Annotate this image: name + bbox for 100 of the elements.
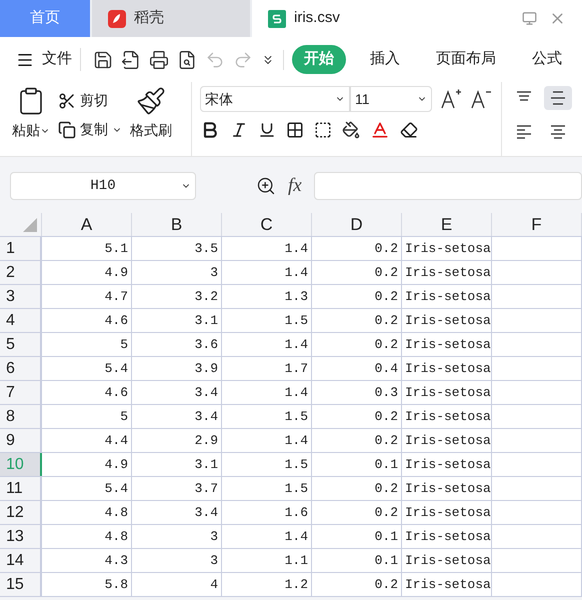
formula-field[interactable]: [314, 172, 582, 200]
ribbon-tab[interactable]: 页面布局: [424, 45, 508, 74]
table-cell: 5.4: [42, 357, 132, 380]
column-header[interactable]: E: [402, 213, 492, 236]
table-cell: Iris-setosa: [402, 261, 492, 284]
copy-button[interactable]: 复制: [58, 119, 122, 140]
table-cell: 5.1: [42, 237, 132, 260]
fill-color-icon[interactable]: [342, 121, 360, 139]
row-header[interactable]: 12: [0, 501, 42, 524]
row-header[interactable]: 8: [0, 405, 42, 428]
table-cell: Iris-setosa: [402, 405, 492, 428]
table-cell: 0.3: [312, 381, 402, 404]
paintbrush-icon: [136, 86, 166, 116]
table-cell: 4.9: [42, 453, 132, 476]
table-cell: Iris-setosa: [402, 333, 492, 356]
row-header[interactable]: 4: [0, 309, 42, 332]
table-cell: 1.4: [222, 525, 312, 548]
table-cell: 3.2: [132, 285, 222, 308]
table-cell: 1.1: [222, 549, 312, 572]
table-cell: 3.1: [132, 453, 222, 476]
table-cell: Iris-setosa: [402, 525, 492, 548]
row-header[interactable]: 14: [0, 549, 42, 572]
table-cell: Iris-setosa: [402, 285, 492, 308]
table-cell: 5: [42, 405, 132, 428]
table-cell: 0.2: [312, 285, 402, 308]
align-middle-button[interactable]: [544, 86, 572, 110]
table-cell: 2.9: [132, 429, 222, 452]
scissors-icon: [58, 92, 76, 110]
table-cell: 3: [132, 525, 222, 548]
row-header[interactable]: 6: [0, 357, 42, 380]
table-cell: 3.9: [132, 357, 222, 380]
table-cell: 0.2: [312, 237, 402, 260]
cut-button[interactable]: 剪切: [58, 90, 122, 111]
table-cell: 3.1: [132, 309, 222, 332]
shrink-font-icon[interactable]: [470, 88, 492, 110]
table-cell: Iris-setosa: [402, 453, 492, 476]
column-header[interactable]: C: [222, 213, 312, 236]
row-header[interactable]: 15: [0, 573, 42, 596]
ribbon-tab[interactable]: 插入: [358, 45, 412, 74]
font-color-icon[interactable]: [370, 120, 390, 140]
table-cell: 1.5: [222, 453, 312, 476]
monitor-icon[interactable]: [522, 11, 537, 26]
paste-button[interactable]: 粘贴: [12, 120, 50, 141]
table-cell: Iris-setosa: [402, 573, 492, 596]
row-header[interactable]: 11: [0, 477, 42, 500]
row-header[interactable]: 7: [0, 381, 42, 404]
table-cell: 3.6: [132, 333, 222, 356]
print-preview-icon[interactable]: [177, 50, 197, 70]
table-cell: 1.3: [222, 285, 312, 308]
table-cell: 1.5: [222, 477, 312, 500]
grow-font-icon[interactable]: [440, 88, 462, 110]
export-icon[interactable]: [121, 50, 141, 70]
borders-icon[interactable]: [286, 121, 304, 139]
table-cell: 0.2: [312, 309, 402, 332]
table-cell: 4.6: [42, 309, 132, 332]
font-select[interactable]: 宋体: [200, 86, 350, 112]
table-cell: 4.8: [42, 525, 132, 548]
function-label: fx: [288, 174, 302, 198]
save-icon[interactable]: [93, 50, 113, 70]
table-cell: Iris-setosa: [402, 381, 492, 404]
cell-style-icon[interactable]: [314, 121, 332, 139]
table-cell: 4.3: [42, 549, 132, 572]
table-cell: 1.4: [222, 261, 312, 284]
table-cell: 0.4: [312, 357, 402, 380]
table-cell: 3: [132, 549, 222, 572]
row-header[interactable]: 13: [0, 525, 42, 548]
column-header[interactable]: F: [492, 213, 582, 236]
column-header[interactable]: B: [132, 213, 222, 236]
table-cell: 1.4: [222, 381, 312, 404]
table-cell: Iris-setosa: [402, 549, 492, 572]
zoom-icon[interactable]: [256, 176, 276, 196]
print-icon[interactable]: [149, 50, 169, 70]
table-cell: 0.2: [312, 477, 402, 500]
column-header[interactable]: D: [312, 213, 402, 236]
table-cell: 4.8: [42, 501, 132, 524]
table-cell: 0.2: [312, 429, 402, 452]
row-header[interactable]: 3: [0, 285, 42, 308]
table-cell: 1.2: [222, 573, 312, 596]
document-tab[interactable]: iris.csv: [250, 0, 582, 37]
column-header[interactable]: A: [42, 213, 132, 236]
font-size-select[interactable]: 11: [350, 86, 432, 112]
underline-icon[interactable]: [258, 121, 276, 139]
row-header[interactable]: 5: [0, 333, 42, 356]
table-cell: Iris-setosa: [402, 477, 492, 500]
format-painter-button[interactable]: 格式刷: [130, 82, 172, 156]
leaf-logo-icon: [108, 10, 126, 28]
ribbon-tab[interactable]: 公式: [520, 45, 574, 74]
table-cell: 4.4: [42, 429, 132, 452]
italic-icon[interactable]: [230, 121, 248, 139]
row-header[interactable]: 9: [0, 429, 42, 452]
table-cell: 4: [132, 573, 222, 596]
eraser-icon[interactable]: [400, 121, 418, 139]
table-cell: 3.5: [132, 237, 222, 260]
table-cell: 3.4: [132, 381, 222, 404]
file-menu[interactable]: 文件: [16, 48, 81, 71]
row-header[interactable]: 1: [0, 237, 42, 260]
table-cell: 3: [132, 261, 222, 284]
name-box[interactable]: H10: [10, 172, 196, 200]
table-cell: 0.1: [312, 453, 402, 476]
row-header[interactable]: 2: [0, 261, 42, 284]
